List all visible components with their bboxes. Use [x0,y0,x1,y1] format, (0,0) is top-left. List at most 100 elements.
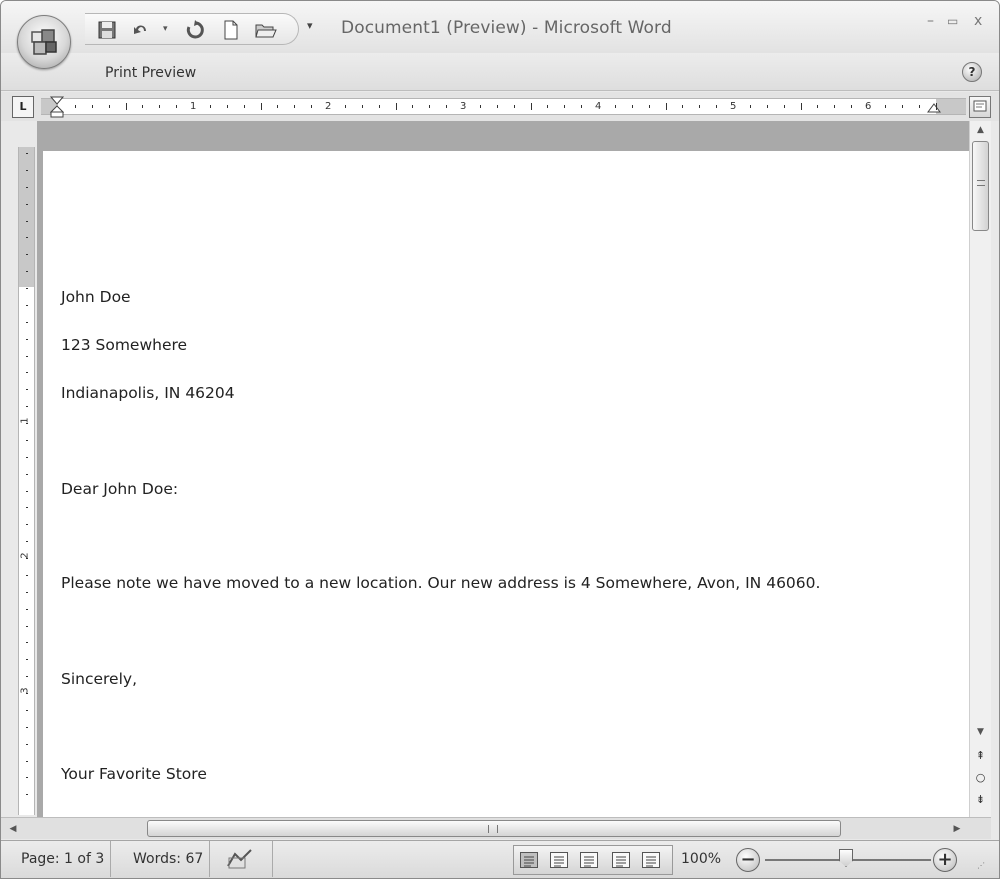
ruler-tick [412,105,414,108]
ruler-tick [851,105,853,108]
document-area[interactable]: John Doe 123 Somewhere Indianapolis, IN … [37,121,969,817]
ruler-tick [226,105,228,108]
ruler-tick [665,103,667,110]
close-button[interactable]: x [974,13,982,29]
zoom-out-button[interactable]: − [736,848,760,872]
view-buttons [513,845,673,875]
redo-icon[interactable] [185,20,205,40]
vertical-ruler[interactable]: 1 2 3 [18,147,35,815]
ruler-tick [496,105,498,108]
undo-icon[interactable] [131,20,151,40]
ruler-tick [631,105,633,108]
zoom-slider-thumb[interactable] [839,849,853,867]
ruler-tick [209,105,211,108]
office-button[interactable] [17,15,71,69]
ruler-tick [479,105,481,108]
zoom-level[interactable]: 100% [681,841,721,877]
scroll-left-arrow-icon[interactable]: ◀ [5,820,21,838]
resize-grip-icon[interactable]: ⋰ [977,861,993,875]
tab-selector-button[interactable]: L [12,96,34,118]
previous-page-icon[interactable]: ⇞ [970,745,991,767]
undo-dropdown-icon[interactable]: ▾ [163,24,168,34]
office-logo-icon [31,29,57,55]
ruler-tick [26,676,28,678]
ruler-tick [159,105,161,108]
ruler-tick [74,105,76,108]
ruler-tick [26,439,28,441]
ruler-tick [243,105,245,108]
customize-toolbar-dropdown-icon[interactable]: ▾ [307,19,313,32]
open-folder-icon[interactable] [255,20,277,40]
ruler-tick [26,574,28,576]
full-screen-reading-view-icon[interactable] [550,852,568,868]
quick-access-toolbar: ▾ [85,13,299,45]
ruler-tick [26,473,28,475]
maximize-button[interactable]: ▭ [947,14,958,28]
ruler-tick [26,541,28,543]
outline-view-icon[interactable] [612,852,630,868]
ruler-tick [834,105,836,108]
horizontal-ruler[interactable]: 1 2 3 4 5 6 [41,96,966,118]
ruler-tick [311,105,313,108]
scroll-right-arrow-icon[interactable]: ▶ [949,820,965,838]
ruler-tick [884,105,886,108]
scroll-up-arrow-icon[interactable]: ▲ [970,121,991,139]
ruler-tick [564,105,566,108]
ruler-tick [277,105,279,108]
ruler-tick [817,105,819,108]
ruler-tick [783,105,785,108]
ruler-tick [935,103,937,110]
window-title: Document1 (Preview) - Microsoft Word [341,18,672,38]
ruler-tick [26,507,28,509]
ruler-tick [26,406,28,408]
draft-view-icon[interactable] [642,852,660,868]
save-icon[interactable] [97,20,117,40]
ruler-tick [26,153,28,154]
ruler-tick [294,105,296,108]
indent-marker-icon[interactable] [50,96,64,118]
ruler-tick [918,105,920,108]
minimize-button[interactable]: – [927,13,934,29]
ruler-tick [26,237,28,239]
ruler-tick [26,186,28,188]
help-icon[interactable]: ? [962,62,982,82]
ruler-tick [26,659,28,661]
ruler-tick [800,103,802,110]
ruler-tick [26,304,28,306]
new-document-icon[interactable] [221,20,241,40]
ruler-tick [26,760,28,762]
word-count[interactable]: Words: 67 [127,841,211,877]
ruler-tick [26,372,28,374]
vertical-scroll-thumb[interactable] [972,141,989,231]
ruler-tick [26,456,28,458]
horizontal-scrollbar[interactable]: ◀ ▶ [1,817,991,839]
ruler-tick [26,321,28,323]
horizontal-scroll-thumb[interactable] [147,820,841,837]
ruler-number: 4 [595,101,602,112]
web-layout-view-icon[interactable] [580,852,598,868]
tab-print-preview[interactable]: Print Preview [105,65,196,81]
proofing-status[interactable] [219,841,273,877]
select-browse-object-icon[interactable]: ○ [970,767,991,789]
ruler-tick [91,105,93,108]
ruler-tick [108,105,110,108]
scroll-down-arrow-icon[interactable]: ▼ [970,723,991,741]
ruler-tick [26,338,28,340]
ruler-tick [26,726,28,728]
ruler-tick [26,608,28,610]
document-page[interactable]: John Doe 123 Somewhere Indianapolis, IN … [43,151,969,817]
ruler-tick [26,642,28,644]
next-page-icon[interactable]: ⇟ [970,789,991,811]
ruler-tick [26,777,28,779]
ruler-tick [26,203,28,205]
right-indent-marker-icon[interactable] [927,103,941,115]
ruler-tick [648,105,650,108]
document-line: Your Favorite Store [61,765,207,783]
print-layout-view-icon[interactable] [520,852,538,868]
document-line: Indianapolis, IN 46204 [61,384,235,402]
zoom-in-button[interactable]: + [933,848,957,872]
ruler-tick [142,105,144,108]
page-count[interactable]: Page: 1 of 3 [15,841,112,877]
view-ruler-button[interactable] [969,96,991,118]
vertical-scrollbar[interactable]: ▲ ▼ ⇞ ○ ⇟ [969,121,991,817]
